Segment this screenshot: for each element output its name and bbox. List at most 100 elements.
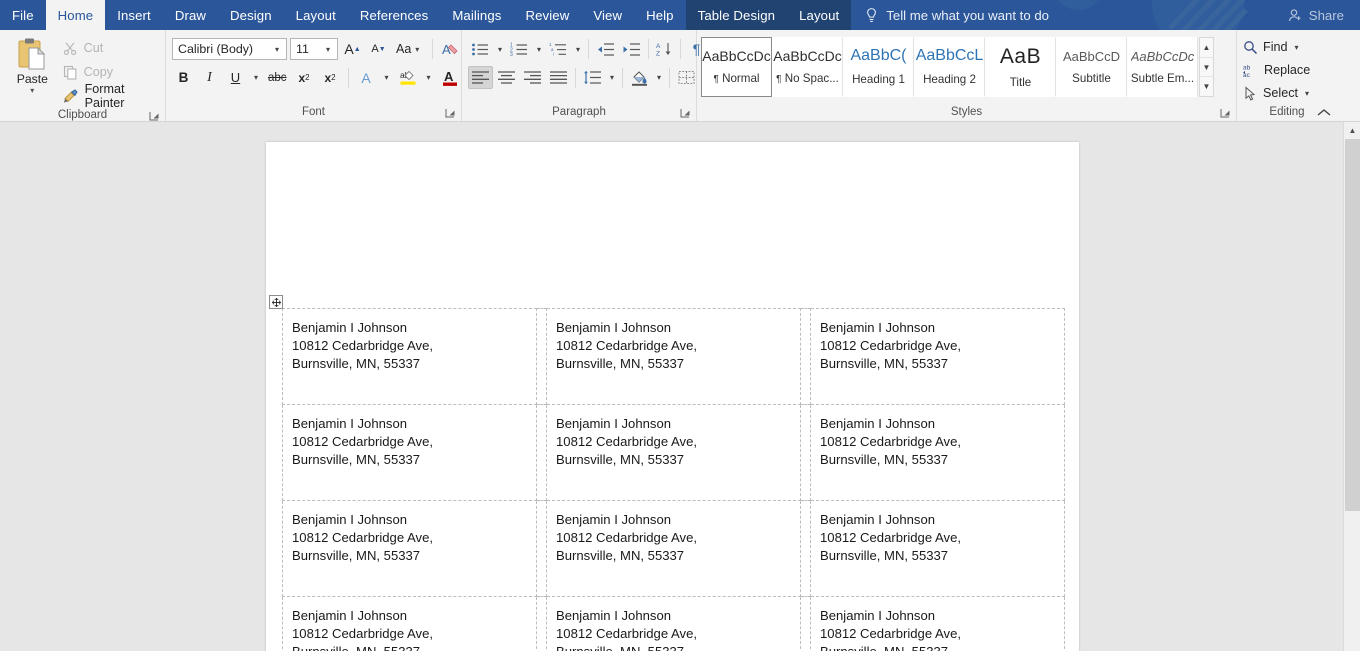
styles-dialog-launcher[interactable] <box>1220 108 1231 119</box>
style-subtle-emphasis[interactable]: AaBbCcDc Subtle Em... <box>1127 37 1198 97</box>
label-cell[interactable]: Benjamin I Johnson 10812 Cedarbridge Ave… <box>283 405 537 501</box>
styles-gallery-scroll[interactable]: ▲ ▼ ▼ <box>1199 37 1214 97</box>
tab-design[interactable]: Design <box>218 0 284 30</box>
bullets-dropdown[interactable]: ▾ <box>494 38 506 61</box>
tab-mailings[interactable]: Mailings <box>440 0 513 30</box>
line-spacing-button[interactable] <box>580 66 605 89</box>
format-painter-button[interactable]: Format Painter <box>59 86 165 106</box>
shrink-font-button[interactable]: A▼ <box>367 38 390 61</box>
labels-table[interactable]: Benjamin I Johnson 10812 Cedarbridge Ave… <box>282 308 1065 651</box>
clear-formatting-button[interactable]: A <box>439 38 463 61</box>
underline-dropdown[interactable]: ▾ <box>250 66 262 89</box>
highlight-button[interactable]: ab <box>396 66 420 89</box>
borders-button[interactable] <box>674 66 699 89</box>
document-area[interactable]: Benjamin I Johnson 10812 Cedarbridge Ave… <box>0 122 1360 651</box>
scrollbar-thumb[interactable] <box>1345 139 1360 511</box>
style-normal[interactable]: AaBbCcDc ¶ Normal <box>701 37 772 97</box>
tab-home[interactable]: Home <box>46 0 106 30</box>
grow-font-button[interactable]: A▲ <box>341 38 364 61</box>
tab-view[interactable]: View <box>581 0 634 30</box>
strikethrough-button[interactable]: abc <box>265 66 290 89</box>
multilevel-list-button[interactable]: 1ai <box>546 38 571 61</box>
label-cell[interactable]: Benjamin I Johnson 10812 Cedarbridge Ave… <box>283 309 537 405</box>
paint-bucket-icon <box>630 70 649 86</box>
align-right-button[interactable] <box>520 66 545 89</box>
share-button[interactable]: Share <box>1278 0 1360 30</box>
decrease-indent-button[interactable] <box>593 38 618 61</box>
label-cell[interactable]: Benjamin I Johnson 10812 Cedarbridge Ave… <box>811 309 1065 405</box>
tab-table-design[interactable]: Table Design <box>686 0 787 30</box>
tell-me-search[interactable]: Tell me what you want to do <box>851 0 1059 30</box>
find-button[interactable]: Find ▾ <box>1243 37 1310 57</box>
table-row[interactable]: Benjamin I Johnson 10812 Cedarbridge Ave… <box>283 501 1065 597</box>
bold-button[interactable]: B <box>172 66 195 89</box>
tab-review[interactable]: Review <box>514 0 582 30</box>
paragraph-dialog-launcher[interactable] <box>680 108 691 119</box>
style-heading-2[interactable]: AaBbCcL Heading 2 <box>914 37 985 97</box>
label-cell[interactable]: Benjamin I Johnson 10812 Cedarbridge Ave… <box>283 501 537 597</box>
italic-button[interactable]: I <box>198 66 221 89</box>
paste-button[interactable]: Paste ▾ <box>6 33 59 95</box>
tab-help[interactable]: Help <box>634 0 686 30</box>
font-size-combo[interactable]: 11 ▾ <box>290 38 338 60</box>
select-button[interactable]: Select ▾ <box>1243 83 1310 103</box>
change-case-button[interactable]: Aa ▾ <box>393 38 426 61</box>
font-dialog-launcher[interactable] <box>445 108 456 119</box>
label-cell[interactable]: Benjamin I Johnson 10812 Cedarbridge Ave… <box>811 597 1065 651</box>
style-heading-1[interactable]: AaBbC( Heading 1 <box>843 37 914 97</box>
multilevel-list-dropdown[interactable]: ▾ <box>572 38 584 61</box>
tab-insert[interactable]: Insert <box>105 0 163 30</box>
increase-indent-button[interactable] <box>619 38 644 61</box>
underline-button[interactable]: U <box>224 66 247 89</box>
bullets-button[interactable] <box>468 38 493 61</box>
styles-scroll-up[interactable]: ▲ <box>1200 38 1213 58</box>
style-subtitle[interactable]: AaBbCcD Subtitle <box>1056 37 1127 97</box>
styles-scroll-down[interactable]: ▼ <box>1200 58 1213 78</box>
cut-button[interactable]: Cut <box>59 38 165 58</box>
copy-button[interactable]: Copy <box>59 62 165 82</box>
replace-button[interactable]: ab ac Replace <box>1243 60 1310 80</box>
styles-more-button[interactable]: ▼ <box>1200 77 1213 96</box>
table-move-handle[interactable] <box>269 295 283 309</box>
align-center-button[interactable] <box>494 66 519 89</box>
tab-draw[interactable]: Draw <box>163 0 218 30</box>
style-title[interactable]: AaB Title <box>985 37 1056 97</box>
label-cell[interactable]: Benjamin I Johnson 10812 Cedarbridge Ave… <box>283 597 537 651</box>
table-row[interactable]: Benjamin I Johnson 10812 Cedarbridge Ave… <box>283 597 1065 651</box>
style-no-spacing[interactable]: AaBbCcDc ¶ No Spac... <box>772 37 843 97</box>
align-left-button[interactable] <box>468 66 493 89</box>
tab-references[interactable]: References <box>348 0 440 30</box>
scroll-up-button[interactable]: ▲ <box>1344 122 1360 139</box>
highlight-dropdown[interactable]: ▾ <box>423 66 435 89</box>
line-spacing-dropdown[interactable]: ▾ <box>606 66 618 89</box>
tab-layout[interactable]: Layout <box>284 0 348 30</box>
label-cell[interactable]: Benjamin I Johnson 10812 Cedarbridge Ave… <box>547 405 801 501</box>
paste-dropdown-caret[interactable]: ▾ <box>30 87 34 95</box>
tab-table-layout[interactable]: Layout <box>787 0 851 30</box>
numbering-dropdown[interactable]: ▾ <box>533 38 545 61</box>
font-name-combo[interactable]: Calibri (Body) ▾ <box>172 38 287 60</box>
sort-button[interactable]: A Z <box>653 38 676 61</box>
justify-button[interactable] <box>546 66 571 89</box>
shading-dropdown[interactable]: ▾ <box>653 66 665 89</box>
text-effects-button[interactable]: A <box>355 66 378 89</box>
collapse-ribbon-button[interactable] <box>1317 106 1331 120</box>
numbering-button[interactable]: 123 <box>507 38 532 61</box>
label-cell[interactable]: Benjamin I Johnson 10812 Cedarbridge Ave… <box>811 405 1065 501</box>
chevron-down-icon[interactable]: ▾ <box>1295 43 1299 52</box>
text-effects-dropdown[interactable]: ▾ <box>381 66 393 89</box>
label-cell[interactable]: Benjamin I Johnson 10812 Cedarbridge Ave… <box>547 501 801 597</box>
table-row[interactable]: Benjamin I Johnson 10812 Cedarbridge Ave… <box>283 309 1065 405</box>
table-row[interactable]: Benjamin I Johnson 10812 Cedarbridge Ave… <box>283 405 1065 501</box>
chevron-down-icon[interactable]: ▾ <box>1305 89 1309 98</box>
tab-file[interactable]: File <box>0 0 46 30</box>
vertical-scrollbar[interactable]: ▲ <box>1343 122 1360 651</box>
label-cell[interactable]: Benjamin I Johnson 10812 Cedarbridge Ave… <box>547 597 801 651</box>
label-cell[interactable]: Benjamin I Johnson 10812 Cedarbridge Ave… <box>811 501 1065 597</box>
superscript-button[interactable]: x2 <box>319 66 342 89</box>
font-color-button[interactable]: A <box>438 66 462 89</box>
clipboard-dialog-launcher[interactable] <box>149 111 160 122</box>
shading-button[interactable] <box>627 66 652 89</box>
label-cell[interactable]: Benjamin I Johnson 10812 Cedarbridge Ave… <box>547 309 801 405</box>
subscript-button[interactable]: x2 <box>293 66 316 89</box>
